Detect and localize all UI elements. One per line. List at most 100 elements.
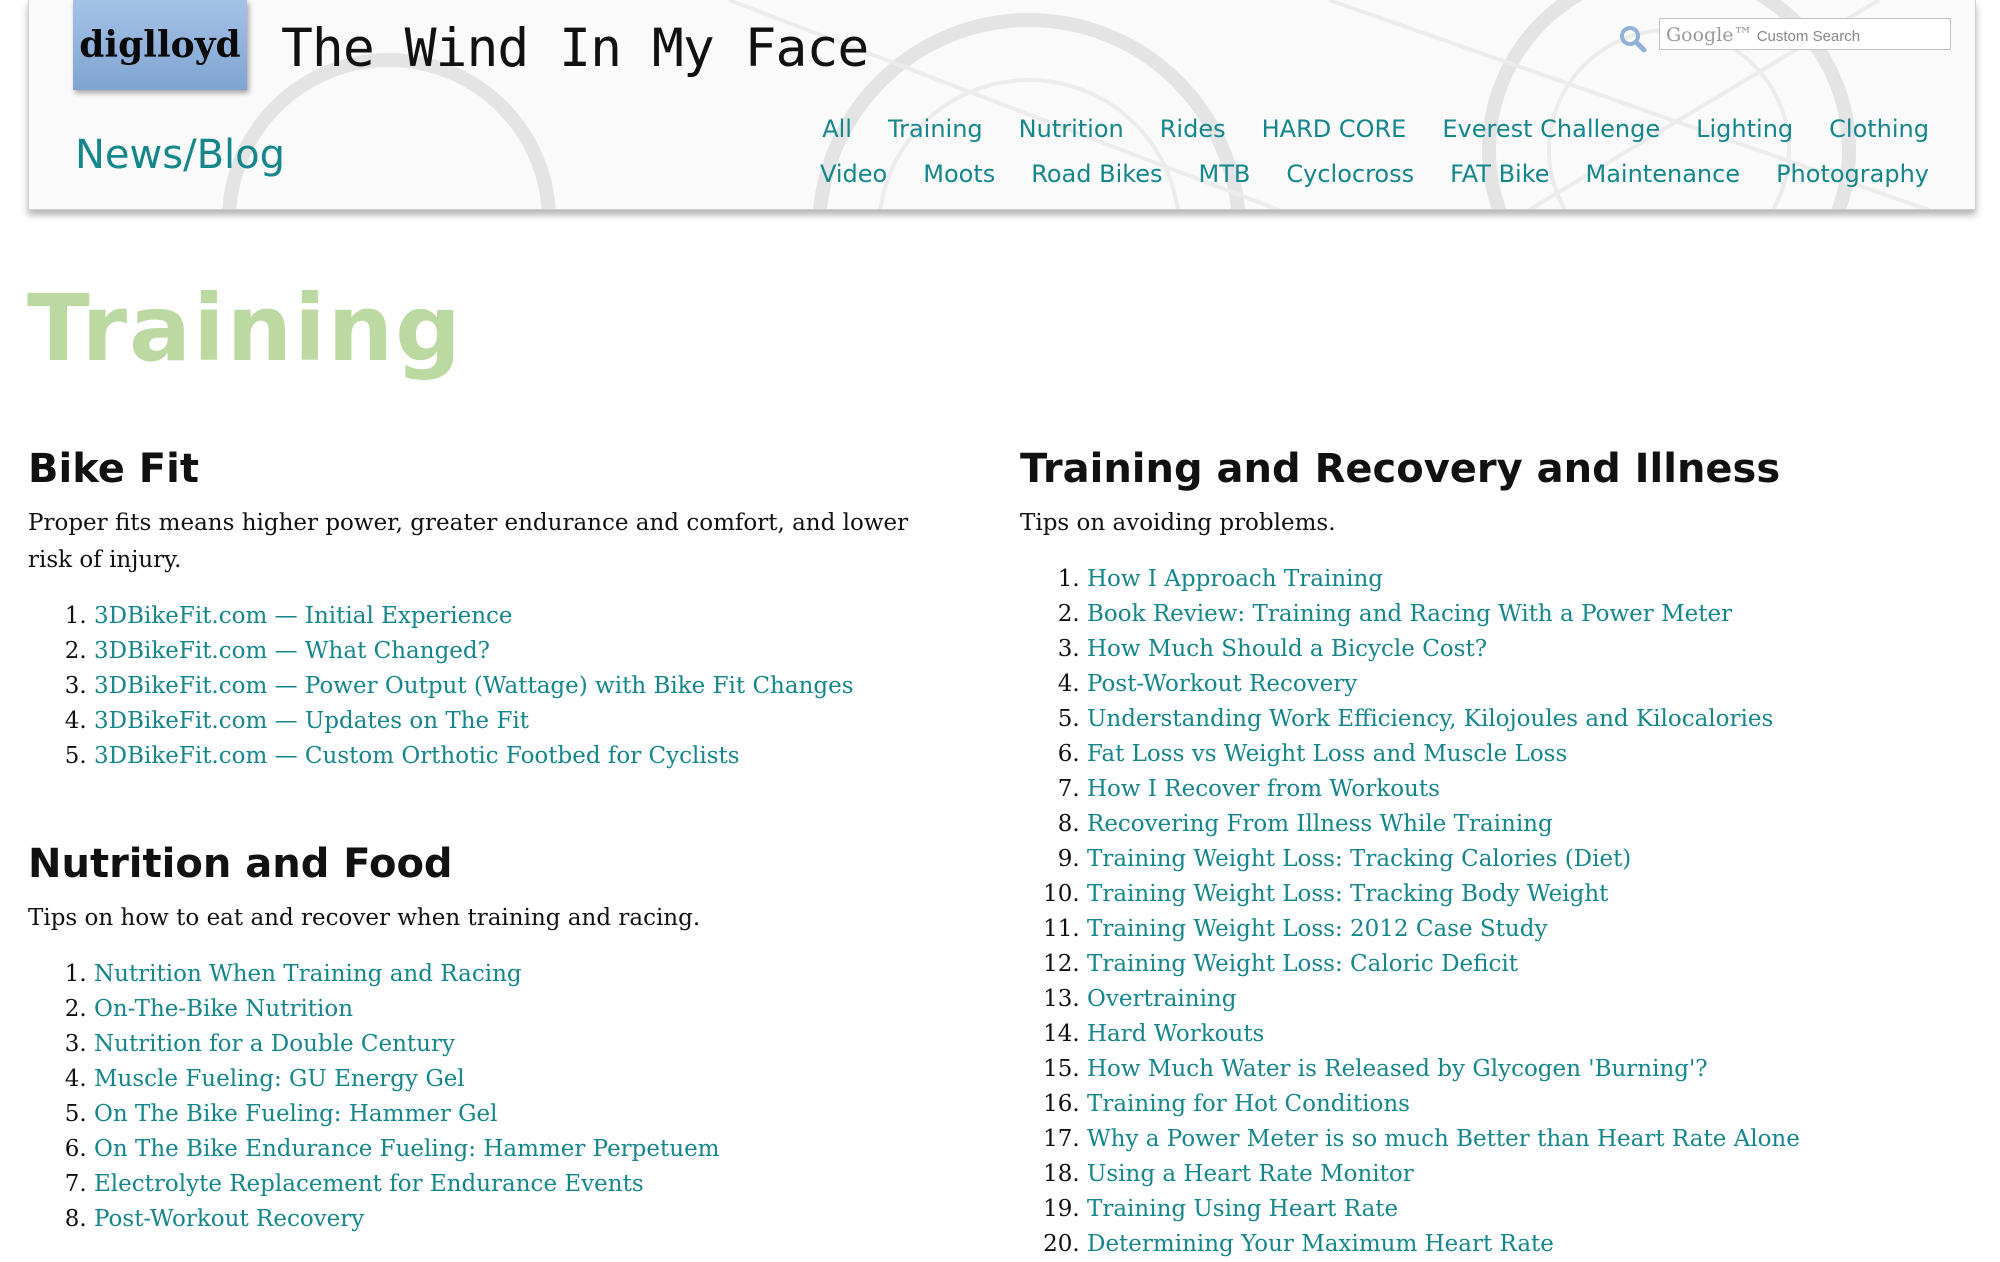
nav-link-hard-core[interactable]: HARD CORE xyxy=(1262,115,1407,143)
article-link[interactable]: Training Weight Loss: Tracking Body Weig… xyxy=(1087,881,1608,907)
list-item: Training Weight Loss: Tracking Calories … xyxy=(1087,842,1950,877)
list-item: Training Using Heart Rate xyxy=(1087,1192,1950,1227)
nav-link-lighting[interactable]: Lighting xyxy=(1696,115,1793,143)
list-item: Understanding Work Efficiency, Kilojoule… xyxy=(1087,702,1950,737)
article-list: Nutrition When Training and Racing On-Th… xyxy=(28,957,958,1237)
article-link[interactable]: Training Using Heart Rate xyxy=(1087,1196,1398,1222)
article-link[interactable]: Nutrition for a Double Century xyxy=(94,1031,455,1057)
article-link[interactable]: Training Weight Loss: Tracking Calories … xyxy=(1087,846,1631,872)
article-link[interactable]: How I Recover from Workouts xyxy=(1087,776,1440,802)
nav-link-photography[interactable]: Photography xyxy=(1776,160,1929,188)
section-description: Proper fits means higher power, greater … xyxy=(28,510,909,573)
google-brand: Google™ xyxy=(1666,24,1753,46)
nav-link-all[interactable]: All xyxy=(822,115,852,143)
nav-link-video[interactable]: Video xyxy=(820,160,887,188)
list-item: On The Bike Fueling: Hammer Gel xyxy=(94,1097,958,1132)
nav-link-maintenance[interactable]: Maintenance xyxy=(1586,160,1741,188)
site-title[interactable]: The Wind In My Face xyxy=(281,18,869,79)
site-logo[interactable]: diglloyd xyxy=(73,0,247,90)
list-item: Post-Workout Recovery xyxy=(94,1202,958,1237)
list-item: On-The-Bike Nutrition xyxy=(94,992,958,1027)
list-item: Training Weight Loss: Caloric Deficit xyxy=(1087,947,1950,982)
list-item: How Much Water is Released by Glycogen '… xyxy=(1087,1052,1950,1087)
section-heading: Training and Recovery and Illness xyxy=(1020,446,1781,492)
article-link[interactable]: 3DBikeFit.com — Initial Experience xyxy=(94,603,513,629)
list-item: Electrolyte Replacement for Endurance Ev… xyxy=(94,1167,958,1202)
article-link[interactable]: Hard Workouts xyxy=(1087,1021,1264,1047)
article-link[interactable]: Fat Loss vs Weight Loss and Muscle Loss xyxy=(1087,741,1567,767)
article-link[interactable]: Why a Power Meter is so much Better than… xyxy=(1087,1126,1800,1152)
article-list: How I Approach Training Book Review: Tra… xyxy=(1020,562,1950,1262)
article-link[interactable]: How I Approach Training xyxy=(1087,566,1383,592)
list-item: Nutrition When Training and Racing xyxy=(94,957,958,992)
list-item: 3DBikeFit.com — What Changed? xyxy=(94,634,958,669)
article-link[interactable]: Understanding Work Efficiency, Kilojoule… xyxy=(1087,706,1773,732)
primary-nav-row-2: Video Moots Road Bikes MTB Cyclocross FA… xyxy=(820,160,1929,188)
article-link[interactable]: How Much Water is Released by Glycogen '… xyxy=(1087,1056,1708,1082)
article-link[interactable]: Electrolyte Replacement for Endurance Ev… xyxy=(94,1171,644,1197)
article-link[interactable]: On The Bike Fueling: Hammer Gel xyxy=(94,1101,498,1127)
list-item: 3DBikeFit.com — Initial Experience xyxy=(94,599,958,634)
article-link[interactable]: 3DBikeFit.com — What Changed? xyxy=(94,638,490,664)
article-link[interactable]: On-The-Bike Nutrition xyxy=(94,996,353,1022)
article-link[interactable]: Book Review: Training and Racing With a … xyxy=(1087,601,1732,627)
logo-text: diglloyd xyxy=(79,24,241,66)
nav-link-fat-bike[interactable]: FAT Bike xyxy=(1450,160,1549,188)
nav-link-training[interactable]: Training xyxy=(888,115,983,143)
list-item: Training for Hot Conditions xyxy=(1087,1087,1950,1122)
article-link[interactable]: Post-Workout Recovery xyxy=(1087,671,1357,697)
nav-link-mtb[interactable]: MTB xyxy=(1199,160,1251,188)
article-link[interactable]: Post-Workout Recovery xyxy=(94,1206,364,1232)
article-link[interactable]: Nutrition When Training and Racing xyxy=(94,961,522,987)
article-link[interactable]: Recovering From Illness While Training xyxy=(1087,811,1553,837)
left-column: Bike Fit Proper fits means higher power,… xyxy=(28,445,958,1237)
article-link[interactable]: Determining Your Maximum Heart Rate xyxy=(1087,1231,1554,1257)
section-description: Tips on how to eat and recover when trai… xyxy=(28,905,701,931)
article-link[interactable]: 3DBikeFit.com — Power Output (Wattage) w… xyxy=(94,673,854,699)
list-item: Hard Workouts xyxy=(1087,1017,1950,1052)
nav-link-clothing[interactable]: Clothing xyxy=(1829,115,1929,143)
article-link[interactable]: Using a Heart Rate Monitor xyxy=(1087,1161,1414,1187)
nav-link-cyclocross[interactable]: Cyclocross xyxy=(1286,160,1414,188)
list-item: Training Weight Loss: 2012 Case Study xyxy=(1087,912,1950,947)
list-item: Fat Loss vs Weight Loss and Muscle Loss xyxy=(1087,737,1950,772)
search-placeholder: Custom Search xyxy=(1756,28,1861,45)
article-list: 3DBikeFit.com — Initial Experience 3DBik… xyxy=(28,599,958,774)
section-heading: Bike Fit xyxy=(28,446,199,492)
section-description: Tips on avoiding problems. xyxy=(1020,510,1336,536)
nav-link-everest-challenge[interactable]: Everest Challenge xyxy=(1442,115,1660,143)
list-item: How Much Should a Bicycle Cost? xyxy=(1087,632,1950,667)
list-item: Overtraining xyxy=(1087,982,1950,1017)
article-link[interactable]: Muscle Fueling: GU Energy Gel xyxy=(94,1066,465,1092)
article-link[interactable]: 3DBikeFit.com — Custom Orthotic Footbed … xyxy=(94,743,740,769)
nav-link-road-bikes[interactable]: Road Bikes xyxy=(1031,160,1162,188)
search-input[interactable]: Google™ Custom Search xyxy=(1659,18,1951,50)
article-link[interactable]: Training Weight Loss: 2012 Case Study xyxy=(1087,916,1547,942)
primary-nav-row-1: All Training Nutrition Rides HARD CORE E… xyxy=(822,115,1929,143)
list-item: Post-Workout Recovery xyxy=(1087,667,1950,702)
list-item: 3DBikeFit.com — Updates on The Fit xyxy=(94,704,958,739)
article-link[interactable]: How Much Should a Bicycle Cost? xyxy=(1087,636,1487,662)
nav-link-moots[interactable]: Moots xyxy=(923,160,995,188)
article-link[interactable]: Training Weight Loss: Caloric Deficit xyxy=(1087,951,1518,977)
nav-link-rides[interactable]: Rides xyxy=(1160,115,1226,143)
article-link[interactable]: Overtraining xyxy=(1087,986,1236,1012)
section-bike-fit: Bike Fit Proper fits means higher power,… xyxy=(28,445,958,774)
right-column: Training and Recovery and Illness Tips o… xyxy=(1020,445,1950,1262)
section-label[interactable]: News/Blog xyxy=(75,132,285,178)
list-item: Determining Your Maximum Heart Rate xyxy=(1087,1227,1950,1262)
list-item: How I Approach Training xyxy=(1087,562,1950,597)
list-item: Book Review: Training and Racing With a … xyxy=(1087,597,1950,632)
site-header: diglloyd The Wind In My Face News/Blog G… xyxy=(28,0,1976,210)
page-title: Training xyxy=(27,275,464,382)
list-item: 3DBikeFit.com — Power Output (Wattage) w… xyxy=(94,669,958,704)
list-item: Recovering From Illness While Training xyxy=(1087,807,1950,842)
nav-link-nutrition[interactable]: Nutrition xyxy=(1019,115,1124,143)
section-heading: Nutrition and Food xyxy=(28,841,453,887)
list-item: Using a Heart Rate Monitor xyxy=(1087,1157,1950,1192)
list-item: Muscle Fueling: GU Energy Gel xyxy=(94,1062,958,1097)
article-link[interactable]: Training for Hot Conditions xyxy=(1087,1091,1410,1117)
article-link[interactable]: 3DBikeFit.com — Updates on The Fit xyxy=(94,708,529,734)
search-icon[interactable] xyxy=(1619,25,1647,53)
article-link[interactable]: On The Bike Endurance Fueling: Hammer Pe… xyxy=(94,1136,720,1162)
